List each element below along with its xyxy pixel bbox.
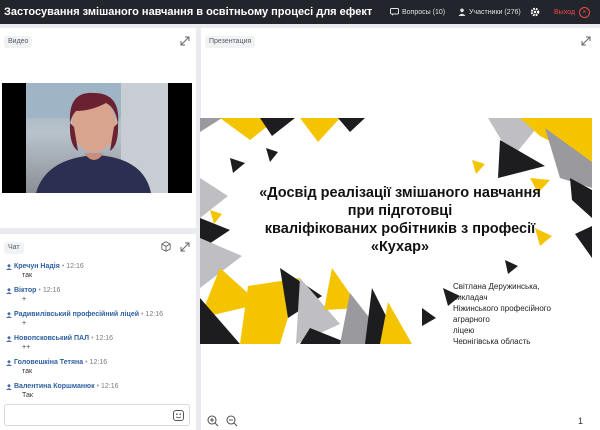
chat-text: + <box>22 296 27 303</box>
emoji-icon[interactable] <box>173 410 184 421</box>
chat-time: 12:16 <box>101 383 119 390</box>
chat-message: Радивилівський професійний ліцей • 12:16 + <box>6 311 163 327</box>
presentation-label: Презентация <box>205 36 256 48</box>
page-number: 1 <box>578 416 584 426</box>
chat-label: Чат <box>4 242 24 254</box>
chat-time: 12:16 <box>42 287 61 294</box>
expand-icon[interactable] <box>180 36 190 46</box>
chat-message: Валентина Коршманюк • 12:16 Так <box>6 383 119 399</box>
cube-icon[interactable] <box>161 241 171 252</box>
user-avatar-icon <box>6 288 12 294</box>
speaker-video <box>26 83 168 193</box>
expand-icon[interactable] <box>581 36 591 46</box>
chat-bubble-icon <box>390 8 399 16</box>
chat-text: + <box>22 320 27 327</box>
chat-author: Кречун Надія <box>14 263 60 270</box>
chat-author: Новопсковський ПАЛ <box>14 335 90 342</box>
chat-author: Віктор <box>14 287 37 294</box>
chat-message: Віктор • 12:16 + <box>6 287 60 303</box>
exit-button[interactable]: Выход × <box>554 0 590 24</box>
chat-time: 12:16 <box>66 263 84 270</box>
webinar-title: Застосування змішаного навчання в освітн… <box>4 6 372 18</box>
slide-author: Світлана Деружинська, викладач Ніжинсько… <box>453 282 551 344</box>
gear-icon <box>530 7 540 17</box>
user-avatar-icon <box>6 360 12 366</box>
chat-message: Новопсковський ПАЛ • 12:16 ++ <box>6 335 113 351</box>
chat-text: так <box>22 368 33 375</box>
chat-message: Головешкіна Тетяна • 12:16 так <box>6 359 107 375</box>
participants-label: Участники (276) <box>469 8 521 16</box>
chat-author: Валентина Коршманюк <box>14 383 95 390</box>
user-avatar-icon <box>6 264 12 270</box>
video-stream[interactable] <box>2 83 192 193</box>
video-label: Видео <box>4 36 33 48</box>
participants-button[interactable]: Участники (276) <box>458 0 521 24</box>
zoom-out-icon[interactable] <box>226 415 238 427</box>
expand-icon[interactable] <box>180 242 190 252</box>
exit-icon: × <box>578 6 590 18</box>
user-avatar-icon <box>6 336 12 342</box>
chat-time: 12:16 <box>145 311 164 318</box>
user-icon <box>458 8 466 16</box>
exit-label: Выход <box>554 8 575 16</box>
chat-message: Кречун Надія • 12:16 так <box>6 263 84 279</box>
settings-button[interactable] <box>530 0 543 24</box>
user-avatar-icon <box>6 312 12 318</box>
presentation-slide: «Досвід реалізації змішаного навчання пр… <box>200 118 592 344</box>
chat-time: 12:16 <box>95 335 114 342</box>
chat-author: Радивилівський професійний ліцей <box>14 311 140 318</box>
zoom-in-icon[interactable] <box>207 415 219 427</box>
chat-time: 12:16 <box>89 359 108 366</box>
chat-input[interactable] <box>4 404 190 426</box>
questions-button[interactable]: Вопросы (10) <box>390 0 445 24</box>
user-avatar-icon <box>6 384 12 390</box>
chat-text: ++ <box>22 344 31 351</box>
slide-title: «Досвід реалізації змішаного навчання пр… <box>259 185 541 255</box>
chat-text: Так <box>22 392 33 399</box>
chat-author: Головешкіна Тетяна <box>14 359 84 366</box>
video-panel: Видео <box>0 28 196 228</box>
questions-label: Вопросы (10) <box>402 8 446 16</box>
chat-text: так <box>22 272 33 279</box>
